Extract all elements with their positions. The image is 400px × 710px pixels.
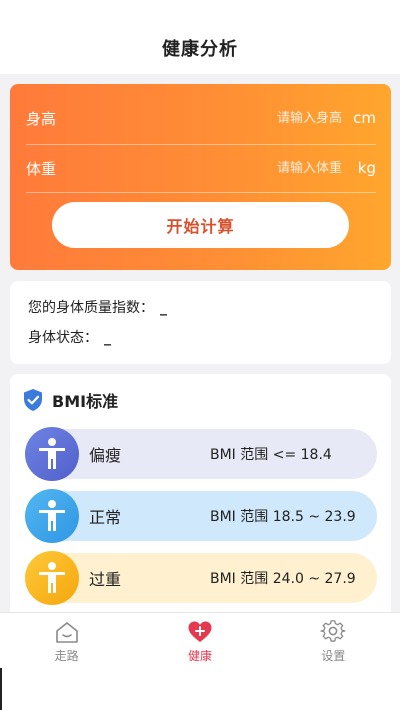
bmi-standard-underweight: 偏瘦 BMI 范围 <= 18.4: [25, 427, 377, 481]
heart-plus-icon: [188, 621, 212, 642]
height-unit: cm: [353, 109, 376, 127]
height-input[interactable]: [56, 103, 342, 133]
left-edge-line: [0, 668, 2, 710]
tab-settings-label: 设置: [321, 649, 346, 663]
bmi-category-range: BMI 范围 18.5 ~ 23.9: [210, 509, 356, 525]
start-calculate-button[interactable]: 开始计算: [52, 202, 349, 248]
tab-walk[interactable]: 走路: [0, 613, 133, 668]
bmi-standards-card: BMI标准 偏瘦 BMI 范围 <= 18.4 正常 BMI 范围 18.5 ~…: [10, 374, 391, 624]
bmi-standard-normal: 正常 BMI 范围 18.5 ~ 23.9: [25, 489, 377, 543]
height-row: 身高 cm: [26, 94, 376, 142]
bmi-category-name: 过重: [89, 570, 122, 589]
tab-walk-label: 走路: [54, 649, 79, 663]
bmi-standard-overweight: 过重 BMI 范围 24.0 ~ 27.9: [25, 551, 377, 605]
bmi-category-range: BMI 范围 <= 18.4: [210, 447, 332, 463]
standards-title: BMI标准: [52, 392, 119, 411]
weight-unit: kg: [357, 159, 376, 177]
bmi-standard-badge: [25, 489, 79, 543]
status-result-line: 身体状态： _: [28, 327, 111, 347]
bmi-category-name: 正常: [89, 508, 122, 527]
bmi-result-label: 您的身体质量指数：: [28, 300, 154, 316]
tab-health[interactable]: 健康: [133, 613, 266, 668]
page-title: 健康分析: [162, 39, 238, 60]
status-result-value: _: [104, 330, 111, 346]
status-result-label: 身体状态：: [28, 330, 98, 346]
bmi-standard-badge: [25, 427, 79, 481]
tab-settings[interactable]: 设置: [267, 613, 400, 668]
tab-health-label: 健康: [187, 649, 212, 663]
bmi-result-value: _: [160, 300, 167, 316]
bmi-standard-badge: [25, 551, 79, 605]
bmi-category-name: 偏瘦: [89, 446, 122, 465]
height-label: 身高: [26, 109, 57, 128]
gear-icon: [320, 620, 346, 642]
standards-header: BMI标准: [22, 388, 118, 412]
person-icon: [39, 500, 65, 531]
app-header: 健康分析: [0, 0, 400, 74]
bmi-result-line: 您的身体质量指数： _: [28, 297, 167, 317]
home-walk-icon: [55, 622, 78, 643]
weight-input[interactable]: [56, 153, 342, 183]
bottom-strip: [0, 668, 400, 710]
weight-row: 体重 kg: [26, 144, 376, 192]
bmi-category-range: BMI 范围 24.0 ~ 27.9: [210, 571, 356, 587]
result-card: 您的身体质量指数： _ 身体状态： _: [10, 281, 391, 364]
person-icon: [39, 562, 65, 593]
person-icon: [39, 438, 65, 469]
divider: [26, 192, 376, 193]
weight-label: 体重: [26, 159, 57, 178]
shield-check-icon: [24, 389, 42, 411]
bmi-input-card: 身高 cm 体重 kg 开始计算: [10, 84, 391, 270]
bottom-tab-bar: 走路 健康 设置: [0, 612, 400, 668]
